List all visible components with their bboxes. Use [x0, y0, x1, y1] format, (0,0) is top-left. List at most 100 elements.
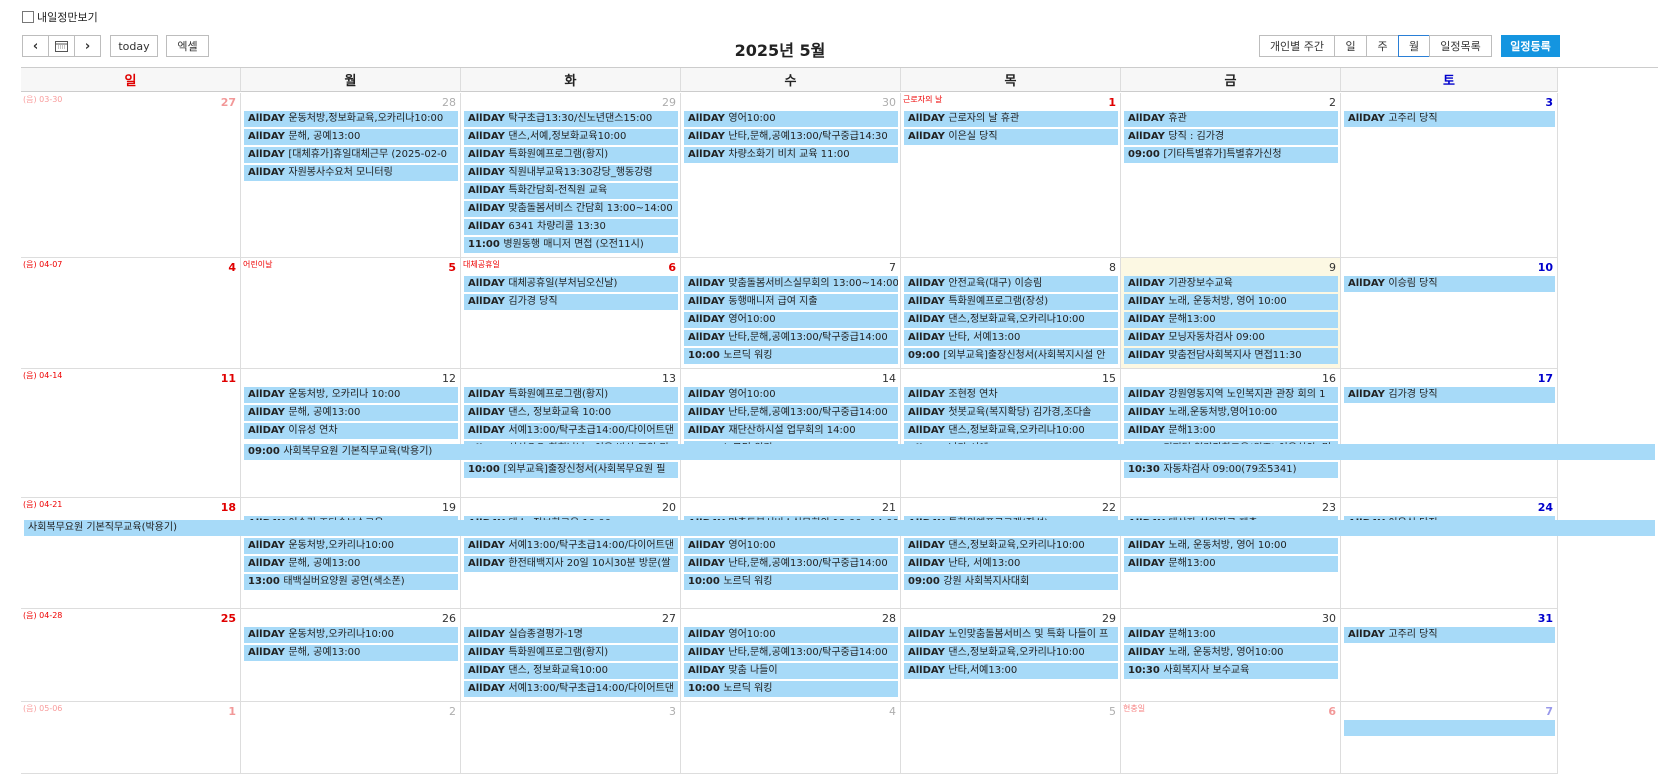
- day-cell[interactable]: 14 AllDAY 영어10:00 AllDAY 난타,문해,공예13:00/탁구중…: [681, 369, 901, 498]
- event-item[interactable]: AllDAY 댄스,정보화교육,오카리나10:00: [904, 645, 1118, 661]
- event-item[interactable]: AllDAY 맞춤 나들이: [684, 663, 898, 679]
- day-cell[interactable]: 22AllDAY 특화원예프로그램(장성)AllDAY 댄스,정보화교육,오카리…: [901, 498, 1121, 609]
- day-number[interactable]: 7: [1545, 705, 1553, 718]
- day-cell[interactable]: 1 (음) 05-06: [21, 702, 241, 774]
- event-item[interactable]: AllDAY 노래,운동처방,영어10:00: [1124, 405, 1338, 421]
- prev-month-button[interactable]: ‹: [22, 35, 49, 57]
- day-number[interactable]: 30: [1322, 612, 1336, 625]
- event-item[interactable]: AllDAY 댄스, 정보화교육10:00: [464, 663, 678, 679]
- view-month-button[interactable]: 월: [1398, 35, 1430, 57]
- day-cell[interactable]: 27 AllDAY 실습종결평가-1명 AllDAY 특화원예프로그램(황지) All…: [461, 609, 681, 702]
- event-item[interactable]: AllDAY 댄스, 정보화교육 10:00: [464, 405, 678, 421]
- day-cell[interactable]: 21AllDAY 맞춤돌봄서비스실무회의 13:00~14:00AllDAY 영…: [681, 498, 901, 609]
- event-item[interactable]: AllDAY 조현정 연차: [904, 387, 1118, 403]
- day-number[interactable]: 21: [882, 501, 896, 514]
- event-item[interactable]: AllDAY 고주리 당직: [1344, 111, 1555, 127]
- event-item[interactable]: AllDAY 재단산하시설 업무회의 14:00: [684, 423, 898, 439]
- event-item[interactable]: AllDAY 이은실 당직: [904, 129, 1118, 145]
- event-item[interactable]: AllDAY 댄스,정보화교육,오카리나10:00: [904, 312, 1118, 328]
- event-item[interactable]: AllDAY 난타, 서예13:00: [904, 556, 1118, 572]
- day-cell[interactable]: 2: [241, 702, 461, 774]
- day-cell[interactable]: 11 (음) 04-14: [21, 369, 241, 498]
- event-item[interactable]: AllDAY 서예13:00/탁구초급14:00/다이어트댄: [464, 423, 678, 439]
- event-item[interactable]: AllDAY [대체휴가]휴일대체근무 (2025-02-0: [244, 147, 458, 163]
- event-item[interactable]: AllDAY 영어10:00: [684, 627, 898, 643]
- event-item[interactable]: AllDAY 특화원예프로그램(황지): [464, 147, 678, 163]
- event-item[interactable]: AllDAY 한전태백지사 20일 10시30분 방문(쌀: [464, 556, 678, 572]
- day-cell[interactable]: 15 AllDAY 조현정 연차 AllDAY 첫봇교육(복지확당) 김가경,조다솔…: [901, 369, 1121, 498]
- day-number[interactable]: 13: [662, 372, 676, 385]
- day-cell[interactable]: 10 AllDAY 이승림 당직: [1341, 258, 1558, 369]
- day-number[interactable]: 6: [668, 261, 676, 274]
- event-item[interactable]: AllDAY 모닝자동차검사 09:00: [1124, 330, 1338, 346]
- event-item[interactable]: AllDAY 난타, 서예13:00: [904, 330, 1118, 346]
- event-item[interactable]: AllDAY 기관장보수교육: [1124, 276, 1338, 292]
- day-number[interactable]: 22: [1102, 501, 1116, 514]
- event-item[interactable]: AllDAY 맞춤돌봄서비스 간담회 13:00~14:00: [464, 201, 678, 217]
- event-item[interactable]: AllDAY 문해, 공예13:00: [244, 556, 458, 572]
- event-item[interactable]: 09:00 [기타특별휴가]특별휴가신청: [1124, 147, 1338, 163]
- day-number[interactable]: 12: [442, 372, 456, 385]
- event-item[interactable]: AllDAY 특화원예프로그램(황지): [464, 387, 678, 403]
- event-item[interactable]: AllDAY 안전교육(대구) 이승림: [904, 276, 1118, 292]
- event-item[interactable]: AllDAY 맞춤전담사회복지사 면접11:30: [1124, 348, 1338, 364]
- event-item[interactable]: AllDAY 문해13:00: [1124, 627, 1338, 643]
- day-cell[interactable]: 29 AllDAY 노인맞춤돌봄서비스 및 특화 나들이 프 AllDAY 댄스,정…: [901, 609, 1121, 702]
- day-number[interactable]: 1: [1108, 96, 1116, 109]
- event-item[interactable]: 10:00 노르딕 워킹: [684, 348, 898, 364]
- day-cell[interactable]: 16 AllDAY 강원영동지역 노인복지관 관장 회의 1 AllDAY 노래,운…: [1121, 369, 1341, 498]
- event-item[interactable]: AllDAY 운동처방,오카리나10:00: [244, 627, 458, 643]
- event-item[interactable]: AllDAY 문해13:00: [1124, 312, 1338, 328]
- day-number[interactable]: 4: [889, 705, 896, 718]
- event-item[interactable]: 10:00 노르딕 워킹: [684, 574, 898, 590]
- day-cell[interactable]: 23AllDAY 대상자 심의자료 제출AllDAY 노래, 운동처방, 영어 …: [1121, 498, 1341, 609]
- event-item[interactable]: AllDAY 김가경 당직: [1344, 387, 1555, 403]
- event-item[interactable]: AllDAY 댄스,서예,정보화교육10:00: [464, 129, 678, 145]
- event-item[interactable]: AllDAY 동행매니저 급여 지출: [684, 294, 898, 310]
- day-cell[interactable]: 17 AllDAY 김가경 당직: [1341, 369, 1558, 498]
- day-number[interactable]: 27: [221, 96, 236, 109]
- event-item[interactable]: AllDAY 특화원예프로그램(황지): [464, 645, 678, 661]
- next-month-button[interactable]: ›: [74, 35, 101, 57]
- day-cell[interactable]: 3: [461, 702, 681, 774]
- day-cell[interactable]: 5 어린이날: [241, 258, 461, 369]
- event-item[interactable]: AllDAY 문해13:00: [1124, 423, 1338, 439]
- event-item[interactable]: AllDAY 운동처방,오카리나10:00: [244, 538, 458, 554]
- view-personal-week-button[interactable]: 개인별 주간: [1259, 35, 1335, 57]
- event-item[interactable]: AllDAY 6341 차량리콜 13:30: [464, 219, 678, 235]
- day-cell[interactable]: 9 AllDAY 기관장보수교육 AllDAY 노래, 운동처방, 영어 10:00…: [1121, 258, 1341, 369]
- event-item[interactable]: AllDAY 휴관: [1124, 111, 1338, 127]
- event-item[interactable]: AllDAY 직원내부교육13:30강당_행동강령: [464, 165, 678, 181]
- event-item[interactable]: 10:30 자동차검사 09:00(79조5341): [1124, 462, 1338, 478]
- event-item[interactable]: AllDAY 이유성 연차: [244, 423, 458, 439]
- day-cell[interactable]: 5: [901, 702, 1121, 774]
- event-item[interactable]: AllDAY 탁구초급13:30/신노년댄스15:00: [464, 111, 678, 127]
- day-cell[interactable]: 7: [1341, 702, 1558, 774]
- day-cell[interactable]: 30 AllDAY 문해13:00 AllDAY 노래, 운동처방, 영어10:00…: [1121, 609, 1341, 702]
- day-cell[interactable]: 18 (음) 04-21: [21, 498, 241, 609]
- event-item[interactable]: AllDAY 댄스,정보화교육,오카리나10:00: [904, 423, 1118, 439]
- event-item[interactable]: AllDAY 서예13:00/탁구초급14:00/다이어트댄: [464, 681, 678, 697]
- event-item[interactable]: AllDAY 근로자의 날 휴관: [904, 111, 1118, 127]
- event-item[interactable]: AllDAY 당직 : 김가경: [1124, 129, 1338, 145]
- day-number[interactable]: 2: [449, 705, 456, 718]
- day-number[interactable]: 18: [221, 501, 236, 514]
- event-item[interactable]: AllDAY 문해13:00: [1124, 556, 1338, 572]
- my-schedule-toggle[interactable]: 내일정만보기: [22, 9, 98, 25]
- event-item[interactable]: AllDAY 특화간담회-전직원 교육: [464, 183, 678, 199]
- day-number[interactable]: 29: [1102, 612, 1116, 625]
- event-item[interactable]: AllDAY 노래, 운동처방, 영어 10:00: [1124, 538, 1338, 554]
- day-cell[interactable]: 4: [681, 702, 901, 774]
- event-item[interactable]: 10:30 사회복지사 보수교육: [1124, 663, 1338, 679]
- day-number[interactable]: 9: [1329, 261, 1336, 274]
- view-list-button[interactable]: 일정목록: [1429, 35, 1492, 57]
- day-number[interactable]: 6: [1328, 705, 1336, 718]
- event-item[interactable]: AllDAY 대체공휴일(부처님오신날): [464, 276, 678, 292]
- event-item[interactable]: AllDAY 실습종결평가-1명: [464, 627, 678, 643]
- day-cell[interactable]: 27 (음) 03-30: [21, 93, 241, 258]
- event-item[interactable]: AllDAY 노인맞춤돌봄서비스 및 특화 나들이 프: [904, 627, 1118, 643]
- day-number[interactable]: 3: [669, 705, 676, 718]
- excel-button[interactable]: 엑셀: [166, 35, 209, 57]
- day-cell[interactable]: 31 AllDAY 고주리 당직: [1341, 609, 1558, 702]
- event-item[interactable]: AllDAY 댄스,정보화교육,오카리나10:00: [904, 538, 1118, 554]
